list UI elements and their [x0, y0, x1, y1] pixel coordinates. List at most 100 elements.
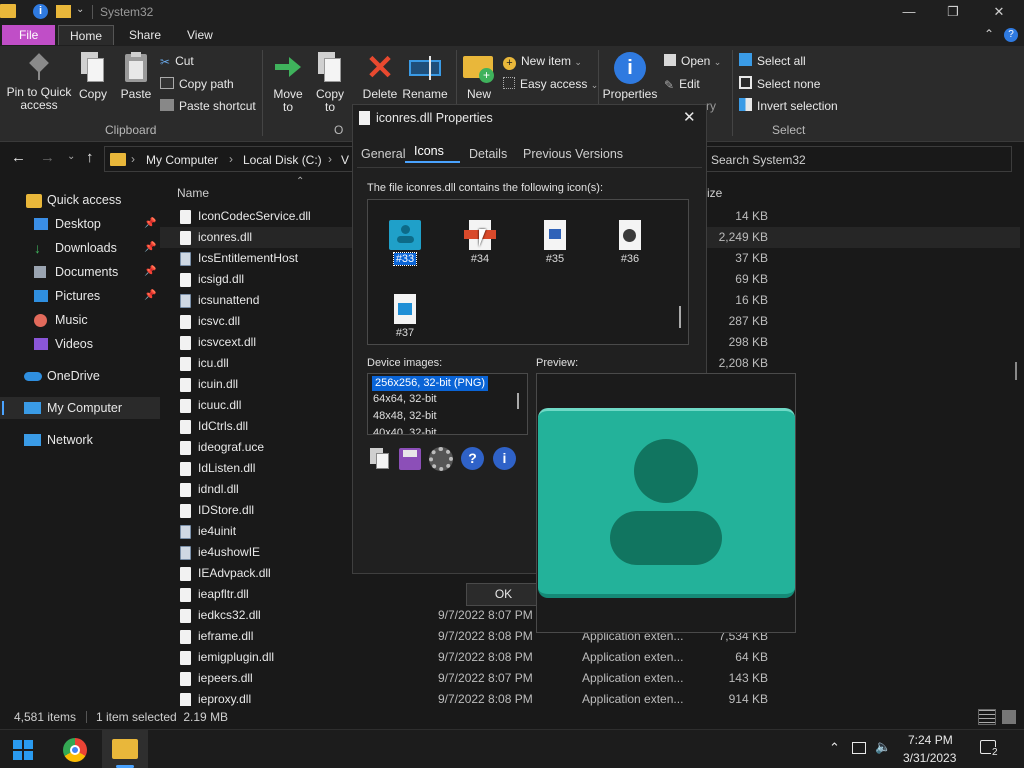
- nav-item-downloads[interactable]: ↓ Downloads 📌: [0, 237, 160, 259]
- clipboard-group-label: Clipboard: [105, 123, 157, 137]
- file-explorer-taskbar-button[interactable]: [102, 730, 148, 768]
- nav-item-onedrive[interactable]: OneDrive: [0, 365, 160, 387]
- dialog-tab-previous-versions[interactable]: Previous Versions: [523, 147, 623, 161]
- device-images-list[interactable]: 256x256, 32-bit (PNG) 64x64, 32-bit 48x4…: [367, 373, 528, 435]
- copy-icon: [81, 52, 105, 84]
- settings-gear-icon[interactable]: [429, 447, 453, 471]
- rename-button[interactable]: Rename: [402, 52, 448, 101]
- invert-selection-button[interactable]: Invert selection: [739, 97, 838, 115]
- list-scrollbar-thumb[interactable]: [1015, 362, 1017, 380]
- new-item-button[interactable]: + New item ⌄: [503, 52, 582, 70]
- search-box[interactable]: Search System32: [700, 146, 1012, 172]
- nav-item-pictures[interactable]: Pictures 📌: [0, 285, 160, 307]
- tray-overflow-icon[interactable]: ⌃: [829, 740, 840, 756]
- large-icons-view-icon[interactable]: [1002, 710, 1016, 724]
- paste-button[interactable]: Paste: [116, 52, 156, 101]
- copy-to-button[interactable]: Copy to: [310, 52, 350, 114]
- file-size: 298 KB: [728, 335, 768, 349]
- breadcrumb-my-computer[interactable]: My Computer: [146, 153, 218, 167]
- nav-item-my-computer[interactable]: My Computer: [0, 397, 160, 419]
- nav-item-videos[interactable]: Videos: [0, 333, 160, 355]
- open-button[interactable]: Open ⌄: [664, 52, 721, 70]
- select-all-button[interactable]: Select all: [739, 52, 806, 70]
- device-list-scrollbar[interactable]: [517, 393, 519, 409]
- up-arrow-icon[interactable]: ↑: [86, 149, 94, 166]
- icon-33[interactable]: #33: [375, 220, 435, 266]
- volume-icon[interactable]: 🔈: [875, 739, 891, 755]
- dialog-tab-details[interactable]: Details: [469, 147, 507, 161]
- windows-start-icon[interactable]: [13, 740, 33, 760]
- close-button[interactable]: ✕: [976, 0, 1022, 24]
- copy-path-label: Copy path: [179, 77, 234, 91]
- copy-icon-button[interactable]: [370, 448, 390, 470]
- help-question-icon[interactable]: ?: [461, 447, 484, 470]
- about-info-icon[interactable]: i: [493, 447, 516, 470]
- nav-item-network[interactable]: Network: [0, 429, 160, 451]
- history-label-partial[interactable]: ry: [706, 97, 716, 115]
- breadcrumb-local-disk[interactable]: Local Disk (C:): [243, 153, 322, 167]
- device-image-64[interactable]: 64x64, 32-bit: [368, 391, 527, 408]
- copy-button[interactable]: Copy: [76, 52, 110, 101]
- device-image-40[interactable]: 40x40, 32-bit: [368, 425, 527, 434]
- nav-item-desktop[interactable]: Desktop 📌: [0, 213, 160, 235]
- chrome-icon[interactable]: [63, 738, 87, 762]
- icon-36-label: #36: [620, 253, 640, 265]
- delete-button[interactable]: ✕ Delete: [360, 51, 400, 101]
- forward-arrow-icon[interactable]: →: [40, 149, 55, 166]
- network-tray-icon[interactable]: [852, 742, 866, 754]
- table-row[interactable]: iepeers.dll 9/7/2022 8:07 PM Application e…: [160, 668, 1020, 689]
- save-icon-button[interactable]: [399, 448, 421, 470]
- new-folder-button[interactable]: + New: [460, 52, 498, 101]
- tab-view[interactable]: View: [176, 25, 224, 45]
- tab-file[interactable]: File: [2, 25, 56, 45]
- icon-grid-scrollbar[interactable]: [679, 306, 681, 328]
- help-icon[interactable]: ?: [1004, 28, 1018, 42]
- select-none-button[interactable]: Select none: [739, 75, 820, 93]
- address-bar[interactable]: › My Computer › Local Disk (C:) › V: [104, 146, 356, 172]
- qat-dropdown-icon[interactable]: ⌄: [76, 4, 84, 15]
- recent-dropdown-icon[interactable]: ⌄: [67, 151, 75, 162]
- new-folder-qat-icon[interactable]: [56, 5, 71, 18]
- properties-info-icon: i: [614, 52, 646, 84]
- icon-35[interactable]: #35: [525, 220, 585, 265]
- maximize-button[interactable]: ❐: [930, 0, 976, 24]
- select-none-icon: [739, 76, 752, 89]
- paste-shortcut-button[interactable]: Paste shortcut: [160, 97, 256, 115]
- ok-button[interactable]: OK: [466, 583, 541, 606]
- cut-button[interactable]: ✂ Cut: [160, 52, 194, 70]
- dialog-close-button[interactable]: ✕: [683, 108, 696, 126]
- ribbon-collapse-icon[interactable]: ⌃: [984, 27, 994, 41]
- details-view-icon[interactable]: [978, 709, 996, 725]
- column-header-size-partial[interactable]: ize: [707, 186, 722, 200]
- info-icon[interactable]: i: [33, 4, 48, 19]
- pin-to-quick-access-button[interactable]: Pin to Quick access: [4, 52, 74, 112]
- nav-item-documents[interactable]: Documents 📌: [0, 261, 160, 283]
- minimize-button[interactable]: —: [886, 0, 932, 24]
- clock-time[interactable]: 7:24 PM: [908, 733, 953, 747]
- dialog-body: [357, 167, 702, 168]
- icon-36[interactable]: #36: [600, 220, 660, 265]
- music-icon: [34, 314, 47, 327]
- edit-button[interactable]: ✎ Edit: [664, 75, 700, 93]
- nav-item-music[interactable]: Music: [0, 309, 160, 331]
- icon-37-label: #37: [395, 327, 415, 339]
- dialog-tab-icons[interactable]: Icons: [414, 144, 444, 158]
- easy-access-button[interactable]: Easy access ⌄: [503, 75, 598, 93]
- device-image-48[interactable]: 48x48, 32-bit: [368, 408, 527, 425]
- device-image-256[interactable]: 256x256, 32-bit (PNG): [372, 376, 489, 391]
- move-to-button[interactable]: Move to: [268, 52, 308, 114]
- breadcrumb-windows-partial[interactable]: V: [341, 153, 349, 167]
- tab-share[interactable]: Share: [118, 25, 172, 45]
- back-arrow-icon[interactable]: ←: [11, 149, 26, 166]
- copy-path-button[interactable]: Copy path: [160, 75, 234, 93]
- ribbon-tab-row: File Home Share View ⌃ ?: [0, 24, 1024, 46]
- dialog-tab-general[interactable]: General: [361, 147, 405, 161]
- column-header-name[interactable]: Name: [177, 186, 209, 200]
- search-input[interactable]: Search System32: [711, 153, 806, 167]
- icon-37[interactable]: #37: [375, 294, 435, 339]
- nav-item-quick-access[interactable]: Quick access: [0, 189, 160, 211]
- tab-home[interactable]: Home: [58, 25, 115, 45]
- clock-date[interactable]: 3/31/2023: [903, 751, 956, 765]
- properties-button[interactable]: i Properties: [602, 52, 658, 101]
- table-row[interactable]: iemigplugin.dll 9/7/2022 8:08 PM Applicati…: [160, 647, 1020, 668]
